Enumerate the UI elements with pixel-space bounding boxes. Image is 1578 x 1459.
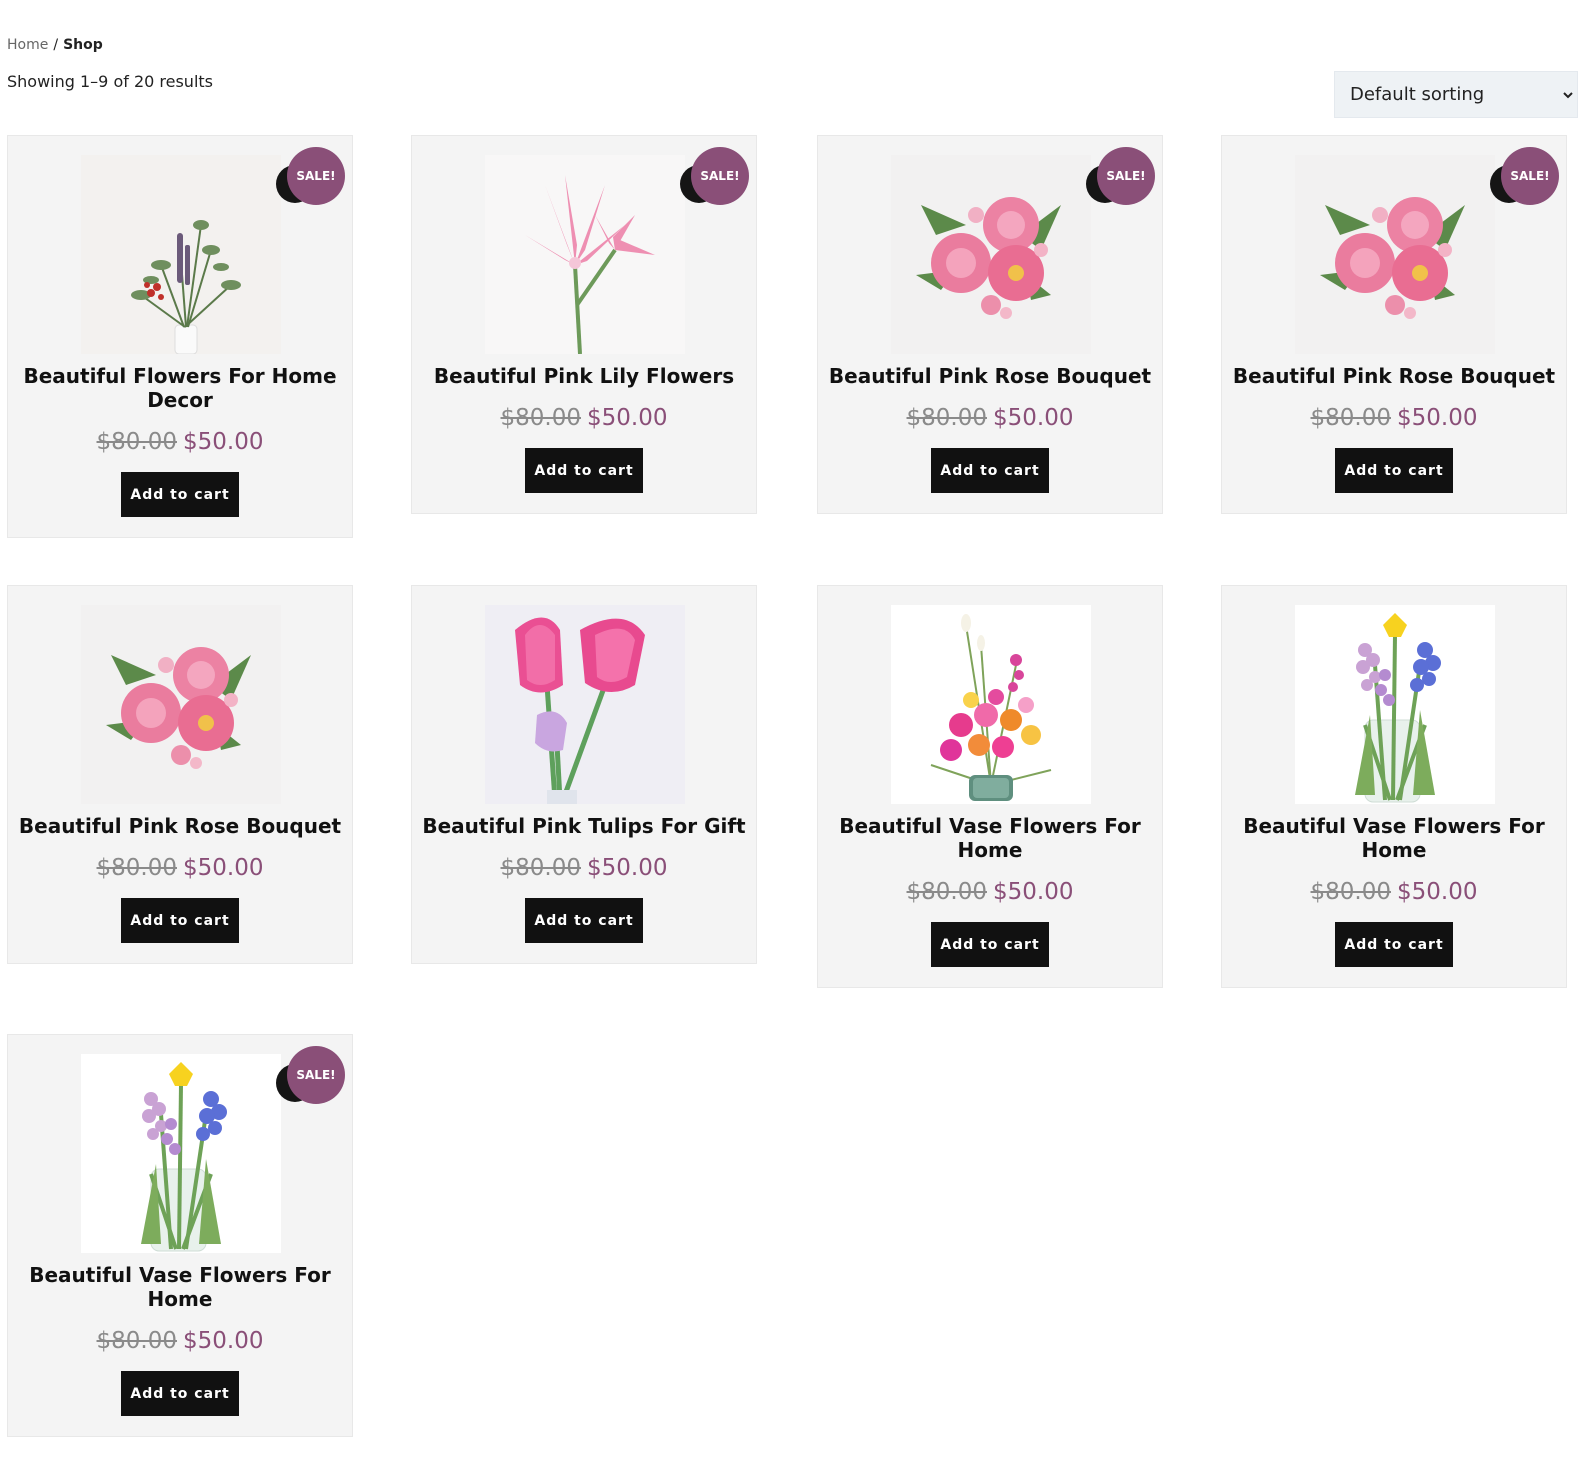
product-price: $80.00 $50.00 [1222, 878, 1566, 906]
add-to-cart-button[interactable]: Add to cart [931, 922, 1049, 967]
sale-badge: SALE! [1490, 147, 1559, 205]
product-image[interactable] [81, 155, 281, 354]
sale-badge-label: SALE! [287, 1046, 345, 1104]
product-old-price: $80.00 [1310, 405, 1391, 431]
result-count: Showing 1–9 of 20 results [7, 72, 213, 91]
product-image[interactable] [81, 1054, 281, 1253]
product-title[interactable]: Beautiful Flowers For Home Decor [18, 364, 342, 412]
add-to-cart-button[interactable]: Add to cart [121, 898, 239, 943]
sale-badge-label: SALE! [287, 147, 345, 205]
shop-page: Home / Shop Showing 1–9 of 20 results Defa… [0, 0, 1578, 1459]
product-old-price: $80.00 [96, 429, 177, 455]
product-title[interactable]: Beautiful Pink Rose Bouquet [828, 364, 1152, 388]
product-sale-price: $50.00 [1397, 405, 1478, 431]
product-old-price: $80.00 [96, 855, 177, 881]
product-sale-price: $50.00 [587, 855, 668, 881]
product-title[interactable]: Beautiful Pink Tulips For Gift [422, 814, 746, 838]
product-sale-price: $50.00 [183, 429, 264, 455]
product-sale-price: $50.00 [183, 1328, 264, 1354]
product-title[interactable]: Beautiful Pink Rose Bouquet [18, 814, 342, 838]
breadcrumb-separator: / [53, 37, 59, 53]
product-card[interactable]: SALE! Beautiful Pink Lily Flowers $80.00… [411, 135, 757, 514]
sale-badge-label: SALE! [1501, 147, 1559, 205]
add-to-cart-button[interactable]: Add to cart [525, 448, 643, 493]
product-title[interactable]: Beautiful Vase Flowers For Home [828, 814, 1152, 862]
sale-badge: SALE! [1086, 147, 1155, 205]
add-to-cart-button[interactable]: Add to cart [931, 448, 1049, 493]
product-title[interactable]: Beautiful Pink Lily Flowers [422, 364, 746, 388]
add-to-cart-button[interactable]: Add to cart [1335, 922, 1453, 967]
add-to-cart-button[interactable]: Add to cart [121, 472, 239, 517]
product-sale-price: $50.00 [1397, 879, 1478, 905]
product-sale-price: $50.00 [993, 405, 1074, 431]
product-price: $80.00 $50.00 [412, 404, 756, 432]
product-old-price: $80.00 [500, 405, 581, 431]
product-card[interactable]: SALE! Beautiful Pink Rose Bouquet $80.00… [1221, 135, 1567, 514]
breadcrumb-home-link[interactable]: Home [7, 37, 48, 53]
product-sale-price: $50.00 [587, 405, 668, 431]
product-price: $80.00 $50.00 [818, 878, 1162, 906]
product-old-price: $80.00 [500, 855, 581, 881]
product-title[interactable]: Beautiful Pink Rose Bouquet [1232, 364, 1556, 388]
sale-badge: SALE! [276, 147, 345, 205]
product-price: $80.00 $50.00 [412, 854, 756, 882]
product-old-price: $80.00 [96, 1328, 177, 1354]
product-price: $80.00 $50.00 [818, 404, 1162, 432]
product-card[interactable]: Beautiful Pink Rose Bouquet $80.00 $50.00… [7, 585, 353, 964]
product-image[interactable] [1295, 155, 1495, 354]
product-image[interactable] [485, 155, 685, 354]
sale-badge: SALE! [680, 147, 749, 205]
product-card[interactable]: SALE! Beautiful Flowers For Home Decor $… [7, 135, 353, 538]
product-image[interactable] [81, 605, 281, 804]
chevron-down-icon [1561, 86, 1575, 109]
breadcrumb: Home / Shop [7, 37, 103, 53]
product-card[interactable]: SALE! Beautiful Vase Flowers For Home $8… [7, 1034, 353, 1437]
product-old-price: $80.00 [906, 879, 987, 905]
product-price: $80.00 $50.00 [1222, 404, 1566, 432]
product-title[interactable]: Beautiful Vase Flowers For Home [1232, 814, 1556, 862]
sale-badge-label: SALE! [691, 147, 749, 205]
add-to-cart-button[interactable]: Add to cart [121, 1371, 239, 1416]
sort-select-value: Default sorting [1350, 84, 1485, 105]
product-sale-price: $50.00 [993, 879, 1074, 905]
product-image[interactable] [891, 155, 1091, 354]
product-grid: SALE! Beautiful Flowers For Home Decor $… [7, 135, 1578, 1445]
product-price: $80.00 $50.00 [8, 1327, 352, 1355]
sort-select[interactable]: Default sorting [1334, 71, 1578, 118]
product-card[interactable]: Beautiful Pink Tulips For Gift $80.00 $50… [411, 585, 757, 964]
add-to-cart-button[interactable]: Add to cart [525, 898, 643, 943]
product-card[interactable]: Beautiful Vase Flowers For Home $80.00 $5… [817, 585, 1163, 988]
product-price: $80.00 $50.00 [8, 428, 352, 456]
product-title[interactable]: Beautiful Vase Flowers For Home [18, 1263, 342, 1311]
product-image[interactable] [485, 605, 685, 804]
breadcrumb-current: Shop [63, 37, 103, 53]
sale-badge-label: SALE! [1097, 147, 1155, 205]
product-old-price: $80.00 [1310, 879, 1391, 905]
product-price: $80.00 $50.00 [8, 854, 352, 882]
sale-badge: SALE! [276, 1046, 345, 1104]
product-card[interactable]: Beautiful Vase Flowers For Home $80.00 $5… [1221, 585, 1567, 988]
product-image[interactable] [1295, 605, 1495, 804]
product-image[interactable] [891, 605, 1091, 804]
product-sale-price: $50.00 [183, 855, 264, 881]
product-old-price: $80.00 [906, 405, 987, 431]
product-card[interactable]: SALE! Beautiful Pink Rose Bouquet $80.00… [817, 135, 1163, 514]
add-to-cart-button[interactable]: Add to cart [1335, 448, 1453, 493]
